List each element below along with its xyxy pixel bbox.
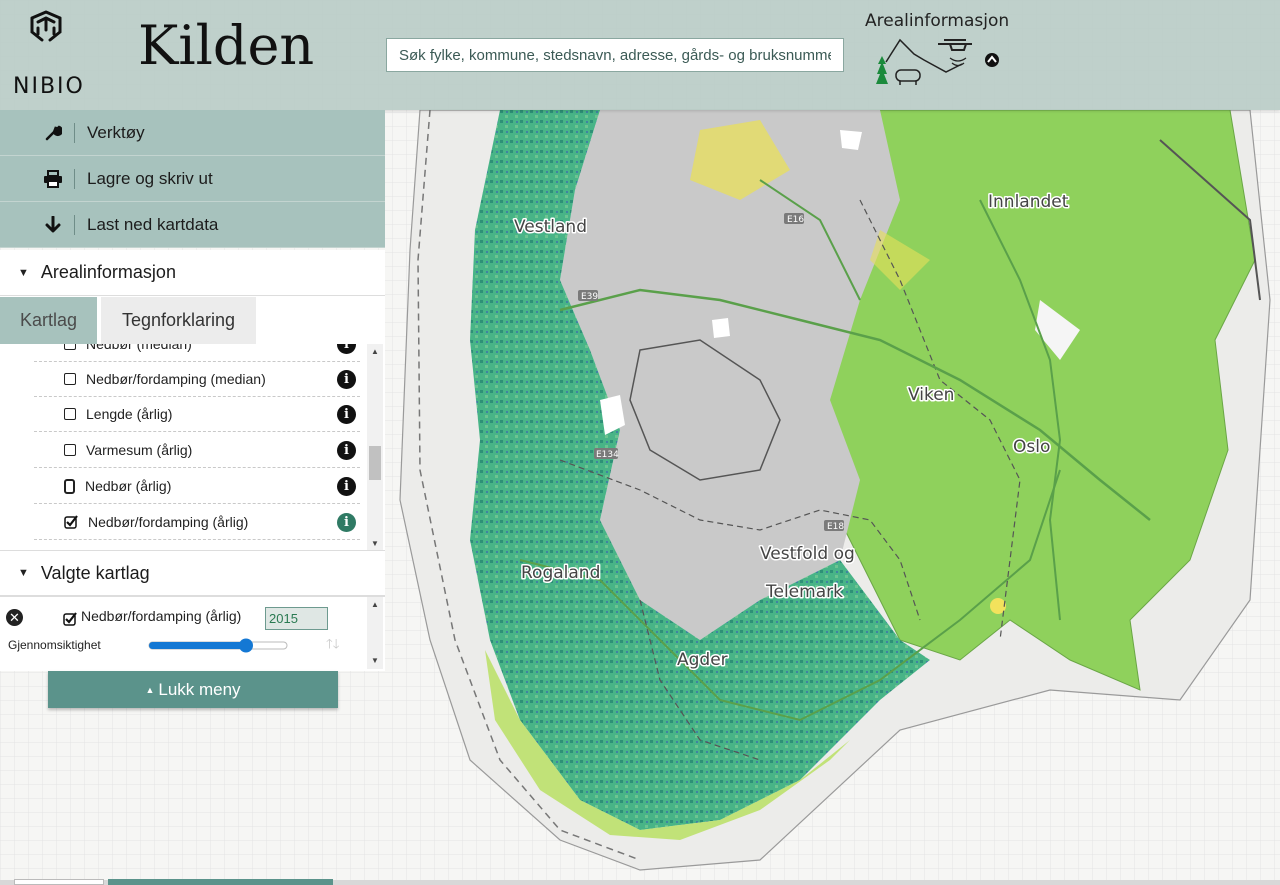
close-menu-label: Lukk meny [158, 679, 241, 699]
tool-row-lagre[interactable]: Lagre og skriv ut [0, 156, 385, 202]
bottom-tab-active[interactable] [108, 879, 333, 885]
map-label-vestland: Vestland [514, 217, 587, 237]
side-panel: Verktøy Lagre og skriv ut Last ned kartd… [0, 110, 385, 671]
layer-label: Varmesum (årlig) [86, 442, 193, 458]
info-icon[interactable]: i [337, 440, 356, 460]
theme-title[interactable]: Arealinformasjon [865, 11, 1009, 31]
search-input[interactable] [386, 38, 844, 72]
wrench-icon [40, 124, 66, 142]
close-menu-button[interactable]: ▲ Lukk meny [48, 671, 338, 708]
map-label-rogaland: Rogaland [521, 563, 600, 583]
layer-item[interactable]: Nedbør (årlig) i [34, 469, 360, 504]
caret-down-icon: ▼ [18, 567, 29, 579]
checkbox[interactable] [64, 408, 76, 420]
checkbox[interactable] [64, 373, 76, 385]
layer-list: Nedbør (median) i Nedbør/fordamping (med… [0, 344, 385, 550]
checkbox[interactable] [64, 444, 76, 456]
svg-text:E16: E16 [787, 215, 804, 225]
layer-item[interactable]: Nedbør/fordamping (median) i [34, 362, 360, 397]
caret-up-icon: ▲ [145, 684, 155, 695]
road-shield: E18 [824, 520, 844, 532]
tool-row-verktoy[interactable]: Verktøy [0, 110, 385, 156]
layer-label: Nedbør/fordamping (median) [86, 371, 266, 387]
tab-bar: Kartlag Tegnforklaring [0, 296, 385, 344]
app-header: NIBIO Kilden Arealinformasjon [0, 0, 1280, 110]
remove-layer-icon[interactable]: ✕ [6, 609, 23, 626]
scroll-up-icon[interactable]: ▲ [367, 344, 383, 358]
info-icon[interactable]: i [337, 369, 356, 389]
section-arealinformasjon[interactable]: ▼ Arealinformasjon [0, 250, 385, 296]
tool-label: Last ned kartdata [87, 214, 219, 234]
logo-text: NIBIO [13, 74, 85, 99]
svg-text:E134: E134 [596, 450, 619, 460]
road-shield: E16 [784, 213, 804, 225]
app-title[interactable]: Kilden [138, 14, 314, 77]
bottom-tab[interactable] [14, 879, 104, 885]
layer-label: Nedbør (årlig) [85, 478, 172, 494]
layer-label: Nedbør/fordamping (årlig) [88, 514, 249, 530]
map-label-agder: Agder [677, 650, 728, 670]
tool-label: Lagre og skriv ut [87, 168, 213, 188]
layer-item[interactable]: Lengde (årlig) i [34, 397, 360, 432]
scroll-down-icon[interactable]: ▼ [367, 653, 383, 667]
tab-tegnforklaring[interactable]: Tegnforklaring [101, 297, 256, 344]
layer-label: Lengde (årlig) [86, 406, 173, 422]
svg-text:E18: E18 [827, 522, 844, 532]
checkbox[interactable] [64, 478, 75, 494]
nibio-logo-icon [30, 10, 62, 42]
layer-item[interactable]: Nedbør/fordamping (årlig) i [34, 505, 360, 540]
tool-label: Verktøy [87, 122, 145, 142]
checkbox-checked-icon[interactable] [64, 515, 78, 529]
scroll-thumb[interactable] [369, 446, 381, 480]
section-valgte-kartlag[interactable]: ▼ Valgte kartlag [0, 550, 385, 596]
section-title: Valgte kartlag [40, 562, 150, 583]
separator [74, 168, 75, 189]
year-select[interactable] [265, 607, 328, 630]
info-icon[interactable]: i [337, 512, 356, 532]
checkbox-checked-icon[interactable] [63, 612, 77, 626]
layer-item[interactable]: Varmesum (årlig) i [34, 433, 360, 468]
info-icon[interactable]: i [337, 476, 356, 496]
road-shield: E39 [578, 290, 598, 302]
info-icon[interactable]: i [337, 404, 356, 424]
layer-list-scrollbar[interactable]: ▲ ▼ [367, 344, 383, 550]
separator [74, 214, 75, 235]
scroll-up-icon[interactable]: ▲ [367, 597, 383, 611]
info-icon[interactable]: i [337, 344, 356, 354]
opacity-slider[interactable] [148, 638, 288, 653]
tab-kartlag[interactable]: Kartlag [0, 297, 97, 344]
layer-label: Nedbør (median) [86, 344, 192, 352]
map-label-vestfold: Vestfold og [760, 544, 855, 564]
opacity-label: Gjennomsiktighet [8, 638, 101, 652]
section-title: Arealinformasjon [40, 262, 176, 282]
map-label-telemark: Telemark [765, 582, 843, 602]
map-label-innlandet: Innlandet [988, 192, 1069, 212]
svg-text:E39: E39 [581, 292, 598, 302]
download-arrow-icon [40, 215, 66, 234]
separator [74, 122, 75, 143]
reorder-arrows-icon[interactable]: 🡑🡓 [326, 635, 340, 657]
selected-scrollbar[interactable]: ▲ ▼ [367, 597, 383, 669]
map-label-oslo: Oslo [1013, 437, 1050, 457]
landscape-theme-icon[interactable] [866, 34, 1006, 88]
printer-icon [40, 169, 66, 188]
layer-item[interactable]: Nedbør (median) i [34, 344, 360, 362]
tool-row-last-ned[interactable]: Last ned kartdata [0, 202, 385, 248]
caret-down-icon: ▼ [18, 266, 29, 279]
checkbox[interactable] [64, 344, 76, 350]
map-label-viken: Viken [908, 385, 954, 405]
selected-layers: ✕ Nedbør/fordamping (årlig) Gjennomsikti… [0, 596, 385, 671]
scroll-down-icon[interactable]: ▼ [367, 536, 383, 550]
selected-layer-label: Nedbør/fordamping (årlig) [81, 608, 242, 624]
road-shield: E134 [594, 448, 619, 460]
